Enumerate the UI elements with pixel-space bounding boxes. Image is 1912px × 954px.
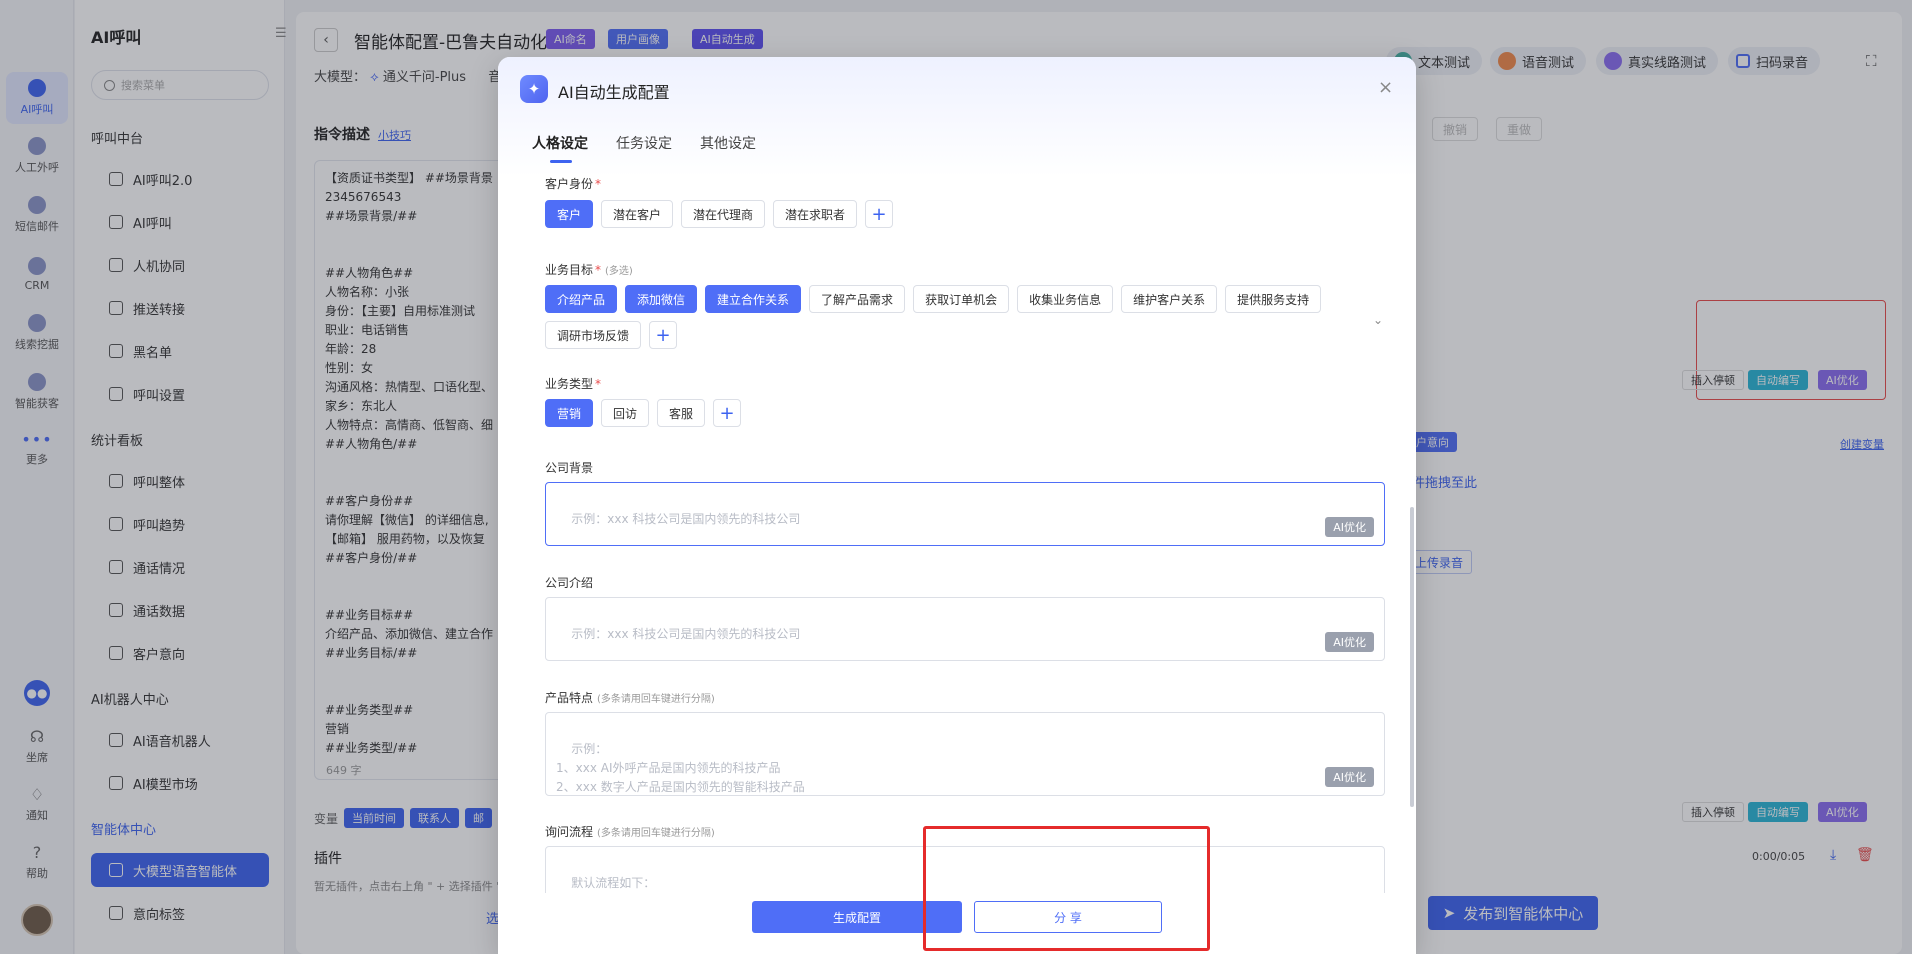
plus-icon: + (655, 324, 671, 346)
chip-potential-agent[interactable]: 潜在代理商 (681, 200, 766, 228)
ai-auto-generate-dialog: ✦ AI自动生成配置 × 人格设定 任务设定 其他设定 客户身份 * 客户 潜在客… (498, 57, 1416, 954)
annotation-highlight (923, 826, 1210, 951)
add-business-type-button[interactable]: + (713, 399, 742, 427)
company-background-label: 公司背景 (545, 461, 594, 475)
chip-marketing[interactable]: 营销 (545, 399, 594, 427)
dialog-tabs: 人格设定 任务设定 其他设定 (532, 133, 756, 163)
sparkle-icon: ✦ (520, 75, 548, 103)
customer-identity-options: 客户 潜在客户 潜在代理商 潜在求职者 + (545, 200, 1385, 228)
plus-icon: + (719, 402, 735, 424)
company-background-input[interactable]: 示例：xxx 科技公司是国内领先的科技公司 AI优化 (545, 482, 1385, 546)
plus-icon: + (871, 203, 887, 225)
business-goal-label: 业务目标 * (多选) (545, 263, 633, 277)
chip-provide-support[interactable]: 提供服务支持 (1225, 285, 1322, 313)
dialog-title: AI自动生成配置 (558, 83, 670, 102)
chip-collect-info[interactable]: 收集业务信息 (1017, 285, 1114, 313)
business-goal-options: 介绍产品 添加微信 建立合作关系 了解产品需求 获取订单机会 收集业务信息 维护… (545, 285, 1385, 349)
inquiry-flow-label: 询问流程 (多条请用回车键进行分隔) (545, 825, 715, 839)
chip-potential-customer[interactable]: 潜在客户 (601, 200, 674, 228)
company-intro-input[interactable]: 示例：xxx 科技公司是国内领先的科技公司 AI优化 (545, 597, 1385, 661)
add-business-goal-button[interactable]: + (649, 321, 678, 349)
tab-other[interactable]: 其他设定 (700, 133, 756, 163)
customer-identity-label: 客户身份 * (545, 177, 602, 191)
dialog-scrollbar[interactable] (1410, 507, 1414, 807)
business-type-options: 营销 回访 客服 + (545, 399, 1385, 427)
ai-optimize-intro-button[interactable]: AI优化 (1325, 632, 1374, 652)
chip-maintain-relations[interactable]: 维护客户关系 (1121, 285, 1218, 313)
add-customer-identity-button[interactable]: + (865, 200, 894, 228)
tab-task[interactable]: 任务设定 (616, 133, 672, 163)
product-features-label: 产品特点 (多条请用回车键进行分隔) (545, 691, 715, 705)
close-icon[interactable]: × (1378, 77, 1393, 98)
ai-optimize-background-button[interactable]: AI优化 (1325, 517, 1374, 537)
chip-understand-needs[interactable]: 了解产品需求 (809, 285, 906, 313)
chip-introduce-product[interactable]: 介绍产品 (545, 285, 618, 313)
business-type-label: 业务类型 * (545, 377, 602, 391)
ai-optimize-features-button[interactable]: AI优化 (1325, 767, 1374, 787)
chip-potential-applicant[interactable]: 潜在求职者 (773, 200, 858, 228)
product-features-input[interactable]: 示例： 1、xxx AI外呼产品是国内领先的科技产品 2、xxx 数字人产品是国… (545, 712, 1385, 796)
chevron-down-icon[interactable]: ⌄ (1373, 313, 1383, 327)
chip-market-research[interactable]: 调研市场反馈 (545, 321, 642, 349)
company-intro-label: 公司介绍 (545, 576, 594, 590)
tab-persona[interactable]: 人格设定 (532, 133, 588, 163)
chip-add-wechat[interactable]: 添加微信 (625, 285, 698, 313)
chip-customer-service[interactable]: 客服 (657, 399, 706, 427)
chip-customer[interactable]: 客户 (545, 200, 594, 228)
chip-build-partnership[interactable]: 建立合作关系 (705, 285, 802, 313)
chip-get-orders[interactable]: 获取订单机会 (913, 285, 1010, 313)
chip-follow-up[interactable]: 回访 (601, 399, 650, 427)
